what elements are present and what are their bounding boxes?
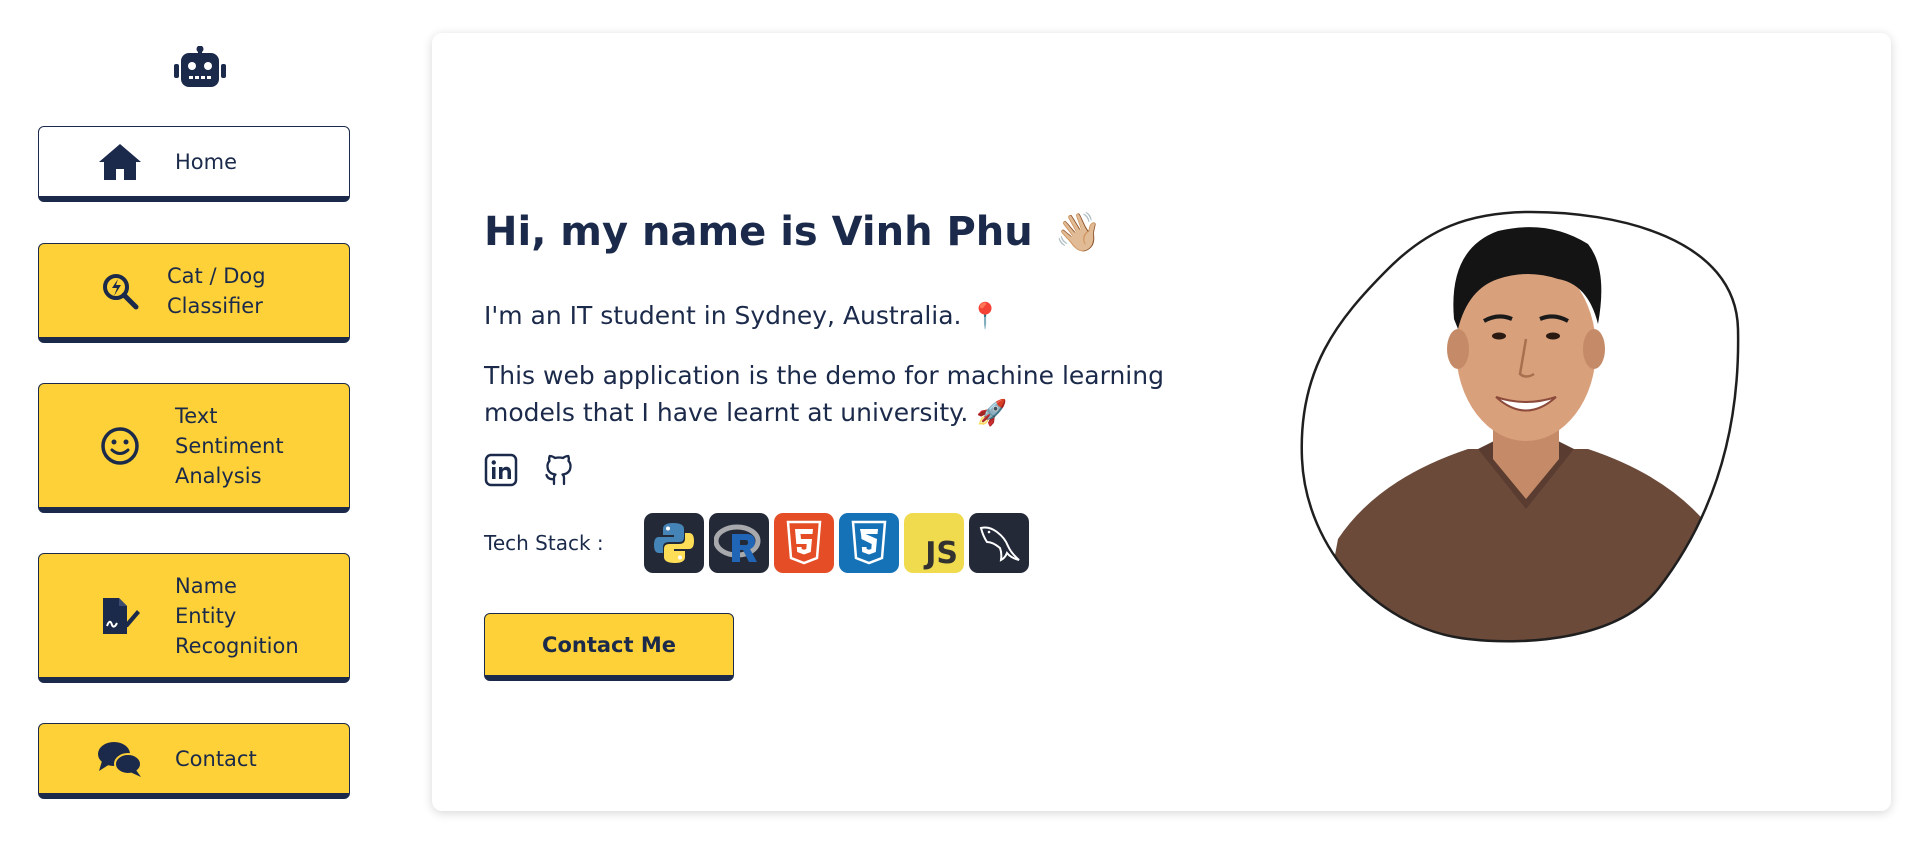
rocket-emoji: 🚀 bbox=[976, 398, 1008, 427]
document-signature-icon bbox=[95, 591, 145, 641]
linkedin-icon[interactable] bbox=[484, 453, 518, 487]
nav-text-sentiment-label: Text Sentiment Analysis bbox=[175, 403, 284, 488]
robot-icon bbox=[174, 46, 226, 87]
python-icon bbox=[644, 513, 704, 573]
tech-stack-icons: JS bbox=[644, 513, 1029, 573]
tech-stack-label: Tech Stack : bbox=[484, 531, 604, 555]
nav-cat-dog-classifier-label: Cat / Dog Classifier bbox=[167, 263, 266, 318]
description-text: This web application is the demo for mac… bbox=[484, 357, 1204, 431]
smile-icon bbox=[95, 421, 145, 471]
nav-contact-label: Contact bbox=[175, 746, 257, 771]
nav-name-entity-recognition-button[interactable]: Name Entity Recognition bbox=[38, 553, 350, 683]
greeting-prefix: Hi, my name is bbox=[484, 209, 832, 255]
social-links bbox=[484, 453, 576, 487]
intro-text: I'm an IT student in Sydney, Australia. … bbox=[484, 301, 1001, 331]
home-icon bbox=[95, 137, 145, 187]
search-lightning-icon bbox=[95, 266, 145, 316]
r-icon bbox=[709, 513, 769, 573]
nav-text-sentiment-button[interactable]: Text Sentiment Analysis bbox=[38, 383, 350, 513]
nav-cat-dog-classifier-button[interactable]: Cat / Dog Classifier bbox=[38, 243, 350, 343]
nav-home-label: Home bbox=[175, 149, 238, 174]
intro-card: Hi, my name is Vinh Phu 👋🏼 I'm an IT stu… bbox=[432, 33, 1891, 811]
sidebar: Home Cat / Dog Classifier Text Sentiment… bbox=[0, 0, 400, 845]
nav-home-button[interactable]: Home bbox=[38, 126, 350, 202]
css3-icon bbox=[839, 513, 899, 573]
javascript-label: JS bbox=[925, 536, 958, 571]
nav-contact-button[interactable]: Contact bbox=[38, 723, 350, 799]
contact-me-button[interactable]: Contact Me bbox=[484, 613, 734, 681]
javascript-icon: JS bbox=[904, 513, 964, 573]
github-icon[interactable] bbox=[542, 453, 576, 487]
intro-sentence: I'm an IT student in Sydney, Australia. bbox=[484, 301, 962, 330]
pin-emoji: 📍 bbox=[969, 301, 1001, 330]
profile-portrait bbox=[1300, 210, 1740, 643]
mysql-icon bbox=[969, 513, 1029, 573]
description-sentence: This web application is the demo for mac… bbox=[484, 361, 1164, 427]
author-name: Vinh Phu bbox=[831, 209, 1033, 255]
app-root: Home Cat / Dog Classifier Text Sentiment… bbox=[0, 0, 1920, 845]
chat-bubbles-icon bbox=[95, 734, 145, 784]
waving-hand-emoji: 👋🏼 bbox=[1054, 209, 1103, 254]
html5-icon bbox=[774, 513, 834, 573]
page-title: Hi, my name is Vinh Phu 👋🏼 bbox=[484, 209, 1102, 255]
nav-name-entity-recognition-label: Name Entity Recognition bbox=[175, 573, 299, 658]
